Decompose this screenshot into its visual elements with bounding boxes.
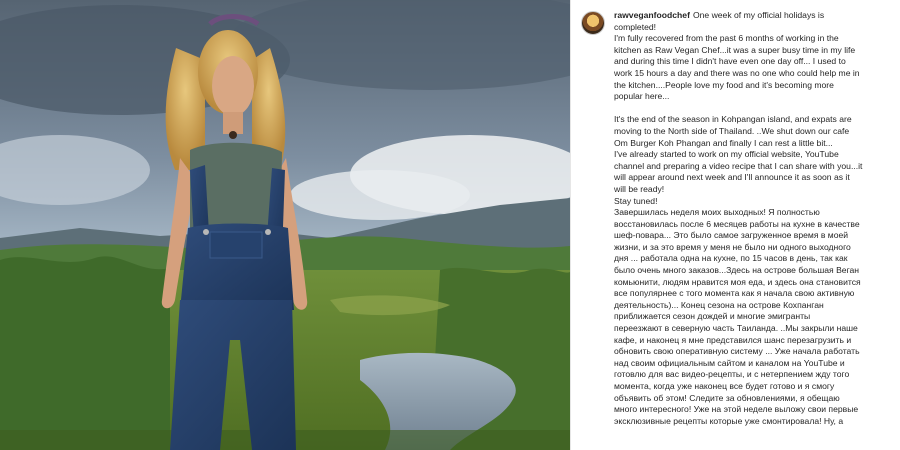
caption-line: объявить об этом! Следите за обновлениям… <box>614 392 840 403</box>
caption-line: обновить свою оперативную систему ... Уж… <box>614 346 860 357</box>
caption-line: Stay tuned! <box>614 195 658 206</box>
post-photo[interactable] <box>0 0 570 450</box>
caption-line: переезжают в северную часть Таиланда. ..… <box>614 323 858 334</box>
caption-line: момента, когда уже наконец все будет гот… <box>614 381 835 391</box>
caption-line: moving to the North side of Thailand. ..… <box>614 125 850 136</box>
caption-line: комьюнити, людям нравится моя еда, и зде… <box>614 276 861 287</box>
post-caption: rawveganfoodchef One week of my official … <box>614 10 892 427</box>
avatar[interactable] <box>581 11 605 35</box>
caption-line: жизни, и за это время у меня не было ни … <box>614 241 851 252</box>
caption-line: готовлю для вас видео-рецепты, и с нетер… <box>614 369 850 380</box>
caption-line: channel and preparing a video recipe tha… <box>614 160 863 171</box>
caption-line: дня ... работала одна на кухне, по 15 ча… <box>614 253 848 264</box>
caption-line: completed! <box>614 21 657 32</box>
caption-line: Om Burger Koh Phangan and finally I can … <box>614 137 833 148</box>
caption-line: много интересного! Уже на этой неделе вы… <box>614 404 859 415</box>
caption-line: Завершилась неделя моих выходных! Я полн… <box>614 207 820 218</box>
caption-line: приближается сезон дождей и многие эмигр… <box>614 311 811 322</box>
post-photo-image <box>0 0 570 450</box>
caption-line: and during this time I didn't have even … <box>614 56 846 67</box>
caption-line: восстановилась после 6 месяцев работы на… <box>614 218 860 229</box>
caption-text: One week of my official holidays is <box>692 10 825 20</box>
caption-line: the kitchen....People love my food and i… <box>614 79 834 90</box>
caption-line: I've already started to work on my offic… <box>614 149 839 160</box>
caption-line: эксклюзивные рецепты которые уже смонтир… <box>614 415 844 426</box>
caption-line: I'm fully recovered from the past 6 mont… <box>614 33 839 44</box>
caption-line: кафе, и наконец я мне представился шанс … <box>614 334 852 345</box>
caption-line: will appear around next week and I'll an… <box>614 172 850 183</box>
caption-line: шеф-повара... Это было самое загруженное… <box>614 230 849 241</box>
caption-line: popular here... <box>614 91 670 102</box>
caption-line: было очень много заказов...Здесь на остр… <box>614 265 860 276</box>
caption-line-0: rawveganfoodchef One week of my official … <box>614 10 892 22</box>
caption-line: It's the end of the season in Kohpangan … <box>614 114 852 125</box>
instagram-post: rawveganfoodchef One week of my official … <box>0 0 900 450</box>
caption-line: все популярнее с того момента как я нача… <box>614 288 855 299</box>
caption-line: work 15 hours a day and there was no one… <box>614 67 860 78</box>
caption-line: деятельность)... Конец сезона на острове… <box>614 299 824 310</box>
username-link[interactable]: rawveganfoodchef <box>614 10 690 20</box>
caption-line: kitchen as Raw Vegan Chef...it was a sup… <box>614 44 856 55</box>
post-header: rawveganfoodchef One week of my official … <box>571 0 900 427</box>
caption-line: will be ready! <box>614 183 665 194</box>
caption-line: над своим официальным сайтом и каналом н… <box>614 357 845 368</box>
post-caption-panel: rawveganfoodchef One week of my official … <box>570 0 900 450</box>
